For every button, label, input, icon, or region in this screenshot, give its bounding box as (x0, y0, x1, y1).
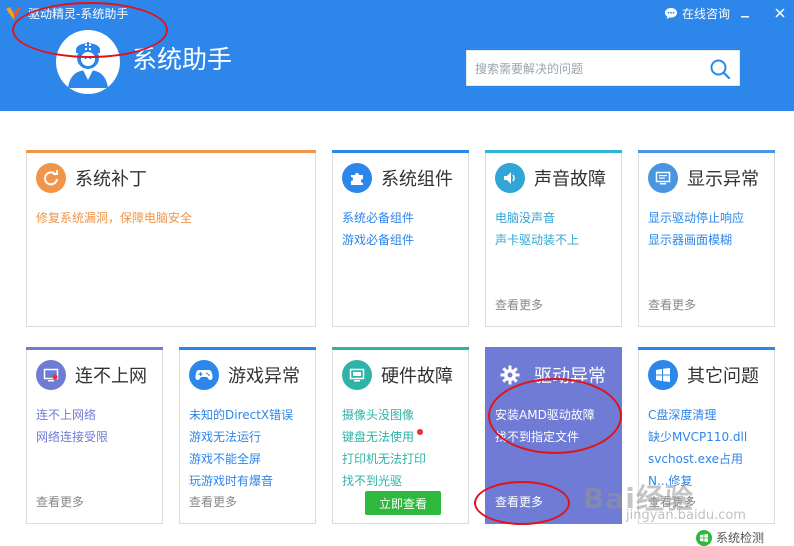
card-link-text: 键盘无法使用 (342, 430, 415, 444)
card-link[interactable]: 显示驱动停止响应 (648, 207, 744, 229)
view-now-button[interactable]: 立即查看 (365, 491, 441, 515)
card-link[interactable]: 游戏必备组件 (342, 229, 414, 251)
doctor-avatar (56, 30, 120, 94)
title-bar[interactable]: 驱动精灵-系统助手 在线咨询 (0, 0, 794, 26)
search-icon[interactable] (709, 58, 731, 80)
card-links: 未知的DirectX错误 游戏无法运行 游戏不能全屏 玩游戏时有爆音 (189, 404, 293, 492)
card-game-error[interactable]: 游戏异常 未知的DirectX错误 游戏无法运行 游戏不能全屏 玩游戏时有爆音 … (179, 347, 316, 524)
card-accent-bar (26, 347, 163, 350)
card-network-down[interactable]: 连不上网 连不上网络 网络连接受限 查看更多 (26, 347, 163, 524)
header-banner: 驱动精灵-系统助手 在线咨询 系统助手 搜索需要解决的问题 (0, 0, 794, 111)
card-link[interactable]: 声卡驱动装不上 (495, 229, 579, 251)
card-link[interactable]: 显示器画面模糊 (648, 229, 744, 251)
doctor-icon (57, 31, 119, 93)
card-link[interactable]: 修复系统漏洞，保障电脑安全 (36, 207, 192, 229)
card-title: 系统补丁 (75, 169, 147, 190)
card-hardware-fault[interactable]: 硬件故障 摄像头没图像 键盘无法使用 打印机无法打印 找不到光驱 立即查看 (332, 347, 469, 524)
online-consult-button[interactable]: 在线咨询 (664, 4, 730, 22)
card-accent-bar (332, 150, 469, 153)
card-link[interactable]: 连不上网络 (36, 404, 108, 426)
card-link[interactable]: 键盘无法使用 (342, 426, 426, 448)
app-title: 驱动精灵-系统助手 (28, 7, 129, 21)
card-accent-bar (179, 347, 316, 350)
new-badge-dot (417, 429, 424, 435)
patch-refresh-icon (36, 163, 66, 193)
windows-small-icon (696, 529, 712, 546)
card-title: 系统组件 (381, 169, 453, 190)
card-link[interactable]: 打印机无法打印 (342, 448, 426, 470)
card-links: 修复系统漏洞，保障电脑安全 (36, 207, 192, 229)
system-assistant-window: 驱动精灵-系统助手 在线咨询 系统助手 搜索需要解决的问题 系统补丁 修复系统漏… (0, 0, 794, 546)
card-link[interactable]: 电脑没声音 (495, 207, 579, 229)
close-button[interactable] (770, 3, 790, 23)
card-link[interactable]: 找不到光驱 (342, 470, 426, 492)
card-link[interactable]: 游戏无法运行 (189, 426, 293, 448)
card-links: 系统必备组件 游戏必备组件 (342, 207, 414, 251)
view-more-link[interactable]: 查看更多 (189, 493, 237, 510)
hardware-monitor-icon (342, 360, 372, 390)
card-link[interactable]: 系统必备组件 (342, 207, 414, 229)
view-more-link[interactable]: 查看更多 (495, 493, 543, 510)
card-links: 连不上网络 网络连接受限 (36, 404, 108, 448)
card-title: 声音故障 (534, 169, 606, 190)
card-system-components[interactable]: 系统组件 系统必备组件 游戏必备组件 (332, 150, 469, 327)
card-link[interactable]: 网络连接受限 (36, 426, 108, 448)
card-title: 游戏异常 (228, 366, 300, 387)
card-link[interactable]: 摄像头没图像 (342, 404, 426, 426)
card-link[interactable]: svchost.exe占用 (648, 448, 747, 470)
monitor-icon (648, 163, 678, 193)
puzzle-icon (342, 163, 372, 193)
search-input[interactable] (475, 59, 705, 79)
windows-icon (648, 360, 678, 390)
card-link[interactable]: 玩游戏时有爆音 (189, 470, 293, 492)
card-accent-bar (638, 347, 775, 350)
card-link[interactable]: 缺少MVCP110.dll (648, 426, 747, 448)
card-title: 连不上网 (75, 366, 147, 387)
gamepad-icon (189, 360, 219, 390)
card-links: 显示驱动停止响应 显示器画面模糊 (648, 207, 744, 251)
card-system-patch[interactable]: 系统补丁 修复系统漏洞，保障电脑安全 (26, 150, 316, 327)
card-title: 其它问题 (687, 366, 759, 387)
minimize-icon (741, 16, 749, 18)
card-links: 电脑没声音 声卡驱动装不上 (495, 207, 579, 251)
card-title: 硬件故障 (381, 366, 453, 387)
baidu-watermark-url: jingyan.baidu.com (626, 508, 746, 523)
system-check-label: 系统检测 (716, 531, 765, 545)
minimize-button[interactable] (735, 3, 755, 23)
chat-bubble-icon (665, 7, 677, 19)
speaker-icon (495, 163, 525, 193)
card-accent-bar (485, 150, 622, 153)
close-icon (775, 8, 785, 18)
app-logo-icon (6, 6, 22, 20)
card-link[interactable]: 安装AMD驱动故障 (495, 404, 595, 426)
page-title: 系统助手 (132, 45, 233, 74)
gear-icon (495, 360, 525, 390)
card-title: 驱动异常 (534, 366, 606, 387)
card-link[interactable]: 找不到指定文件 (495, 426, 595, 448)
network-monitor-icon (36, 360, 66, 390)
view-more-link[interactable]: 查看更多 (648, 296, 696, 313)
card-audio-fault[interactable]: 声音故障 电脑没声音 声卡驱动装不上 查看更多 (485, 150, 622, 327)
card-link[interactable]: 游戏不能全屏 (189, 448, 293, 470)
card-title: 显示异常 (687, 169, 759, 190)
view-more-link[interactable]: 查看更多 (495, 296, 543, 313)
card-links: 摄像头没图像 键盘无法使用 打印机无法打印 找不到光驱 (342, 404, 426, 492)
system-check-button[interactable]: 系统检测 (696, 529, 764, 546)
card-accent-bar (638, 150, 775, 153)
search-box (466, 50, 740, 86)
card-display-error[interactable]: 显示异常 显示驱动停止响应 显示器画面模糊 查看更多 (638, 150, 775, 327)
card-link[interactable]: C盘深度清理 (648, 404, 747, 426)
card-accent-bar (26, 150, 316, 153)
card-links: 安装AMD驱动故障 找不到指定文件 (495, 404, 595, 448)
card-accent-bar (332, 347, 469, 350)
online-consult-label: 在线咨询 (682, 6, 731, 21)
view-more-link[interactable]: 查看更多 (36, 493, 84, 510)
card-link[interactable]: 未知的DirectX错误 (189, 404, 293, 426)
